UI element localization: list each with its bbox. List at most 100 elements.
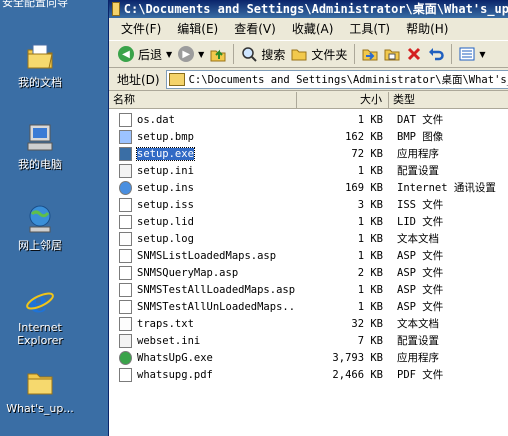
move-to-button[interactable] — [359, 43, 381, 65]
file-name: setup.ins — [137, 181, 194, 194]
file-type: DAT 文件 — [397, 114, 444, 126]
forward-button[interactable]: ▶ ▼ — [175, 43, 207, 65]
file-size: 1 KB — [357, 283, 383, 296]
file-name-cell: WhatsUpG.exe — [109, 350, 297, 365]
file-name-cell: setup.ins — [109, 180, 297, 195]
file-name-cell: webset.ini — [109, 333, 297, 348]
file-type: BMP 图像 — [397, 131, 444, 143]
desktop-icon-my-documents[interactable]: 我的文档 — [0, 40, 80, 89]
file-name: SNMSTestAllLoadedMaps.asp — [137, 283, 296, 296]
file-name-cell: setup.lid — [109, 214, 297, 229]
file-name-cell: traps.txt — [109, 316, 297, 331]
desktop-icon-internet-explorer[interactable]: e Internet Explorer — [0, 285, 80, 347]
up-folder-button[interactable] — [207, 43, 229, 65]
file-name-cell: SNMSQueryMap.asp — [109, 265, 297, 280]
file-row[interactable]: setup.log 1 KB 文本文档 — [109, 230, 508, 247]
text-file-icon — [119, 316, 132, 331]
file-name-cell: setup.bmp — [109, 129, 297, 144]
menu-edit[interactable]: 编辑(E) — [169, 18, 226, 40]
file-row[interactable]: webset.ini 7 KB 配置设置 — [109, 332, 508, 349]
column-header-type[interactable]: 类型 — [389, 92, 508, 108]
file-row[interactable]: setup.ini 1 KB 配置设置 — [109, 162, 508, 179]
file-row[interactable]: setup.ins 169 KB Internet 通讯设置 — [109, 179, 508, 196]
file-name: os.dat — [137, 113, 175, 126]
file-row[interactable]: SNMSTestAllLoadedMaps.asp 1 KB ASP 文件 — [109, 281, 508, 298]
file-row[interactable]: setup.iss 3 KB ISS 文件 — [109, 196, 508, 213]
my-computer-icon — [24, 122, 56, 154]
file-name-cell: setup.ini — [109, 163, 297, 178]
menu-tools[interactable]: 工具(T) — [341, 18, 398, 40]
menu-view[interactable]: 查看(V) — [226, 18, 284, 40]
back-button[interactable]: ◀ 后退 ▼ — [115, 43, 175, 65]
file-row[interactable]: os.dat 1 KB DAT 文件 — [109, 111, 508, 128]
file-size: 1 KB — [357, 232, 383, 245]
desktop-icon-my-computer[interactable]: 我的电脑 — [0, 122, 80, 171]
file-name: setup.lid — [137, 215, 194, 228]
file-row[interactable]: setup.exe 72 KB 应用程序 — [109, 145, 508, 162]
address-input[interactable]: C:\Documents and Settings\Administrator\… — [165, 69, 508, 89]
undo-button[interactable] — [425, 43, 447, 65]
file-name: setup.exe — [136, 146, 195, 161]
file-name-cell: setup.exe — [109, 146, 297, 161]
column-header-size[interactable]: 大小 — [297, 92, 389, 108]
delete-button[interactable] — [403, 43, 425, 65]
file-type: ASP 文件 — [397, 301, 444, 313]
file-size: 3,793 KB — [332, 351, 383, 364]
file-row[interactable]: setup.bmp 162 KB BMP 图像 — [109, 128, 508, 145]
file-type: 配置设置 — [397, 165, 439, 177]
column-header-name[interactable]: 名称 — [109, 92, 297, 108]
file-row[interactable]: SNMSQueryMap.asp 2 KB ASP 文件 — [109, 264, 508, 281]
file-icon — [119, 248, 132, 263]
file-row[interactable]: SNMSListLoadedMaps.asp 1 KB ASP 文件 — [109, 247, 508, 264]
toolbar: ◀ 后退 ▼ ▶ ▼ 搜索 文件夹 ▼ — [109, 41, 508, 68]
folders-button[interactable]: 文件夹 — [288, 43, 350, 65]
file-size: 1 KB — [357, 215, 383, 228]
file-size: 1 KB — [357, 164, 383, 177]
copy-to-button[interactable] — [381, 43, 403, 65]
setup-exe-icon — [119, 146, 132, 161]
menu-favorites[interactable]: 收藏(A) — [284, 18, 342, 40]
file-row[interactable]: setup.lid 1 KB LID 文件 — [109, 213, 508, 230]
file-row[interactable]: WhatsUpG.exe 3,793 KB 应用程序 — [109, 349, 508, 366]
explorer-window: C:\Documents and Settings\Administrator\… — [108, 0, 508, 436]
folder-icon — [112, 2, 120, 16]
file-type: ASP 文件 — [397, 284, 444, 296]
menu-file[interactable]: 文件(F) — [113, 18, 169, 40]
file-icon — [119, 282, 132, 297]
file-name: webset.ini — [137, 334, 201, 347]
copy-to-icon — [384, 49, 400, 61]
file-icon — [119, 265, 132, 280]
desktop-label: 网上邻居 — [18, 239, 62, 252]
address-label: 地址(D) — [117, 72, 160, 87]
file-type: 配置设置 — [397, 335, 439, 347]
file-type: 文本文档 — [397, 318, 439, 330]
menu-help[interactable]: 帮助(H) — [398, 18, 456, 40]
search-label: 搜索 — [261, 47, 286, 62]
file-name: setup.iss — [137, 198, 194, 211]
settings-file-icon — [119, 163, 132, 178]
file-type: ISS 文件 — [397, 199, 444, 211]
desktop-icon-whatsup-folder[interactable]: What's_up... — [0, 366, 80, 415]
file-size: 3 KB — [357, 198, 383, 211]
internet-settings-icon — [119, 180, 132, 195]
move-to-icon — [362, 49, 378, 61]
title-bar[interactable]: C:\Documents and Settings\Administrator\… — [109, 0, 508, 18]
views-icon — [459, 47, 475, 61]
desktop-icon-network-places[interactable]: 网上邻居 — [0, 203, 80, 252]
desktop-label: What's_up... — [6, 402, 74, 415]
file-name-cell: setup.iss — [109, 197, 297, 212]
search-button[interactable]: 搜索 — [238, 43, 288, 65]
dropdown-caret-icon: ▼ — [198, 49, 205, 59]
forward-arrow-icon: ▶ — [178, 46, 195, 62]
file-name: setup.ini — [137, 164, 194, 177]
views-button[interactable]: ▼ — [456, 43, 488, 65]
file-row[interactable]: traps.txt 32 KB 文本文档 — [109, 315, 508, 332]
file-row[interactable]: SNMSTestAllUnLoadedMaps... 1 KB ASP 文件 — [109, 298, 508, 315]
file-size: 7 KB — [357, 334, 383, 347]
folder-icon — [168, 72, 185, 86]
file-size: 162 KB — [345, 130, 383, 143]
file-row[interactable]: whatsupg.pdf 2,466 KB PDF 文件 — [109, 366, 508, 383]
search-icon — [242, 47, 258, 62]
file-name: SNMSTestAllUnLoadedMaps... — [137, 300, 297, 313]
file-size: 72 KB — [351, 147, 383, 160]
